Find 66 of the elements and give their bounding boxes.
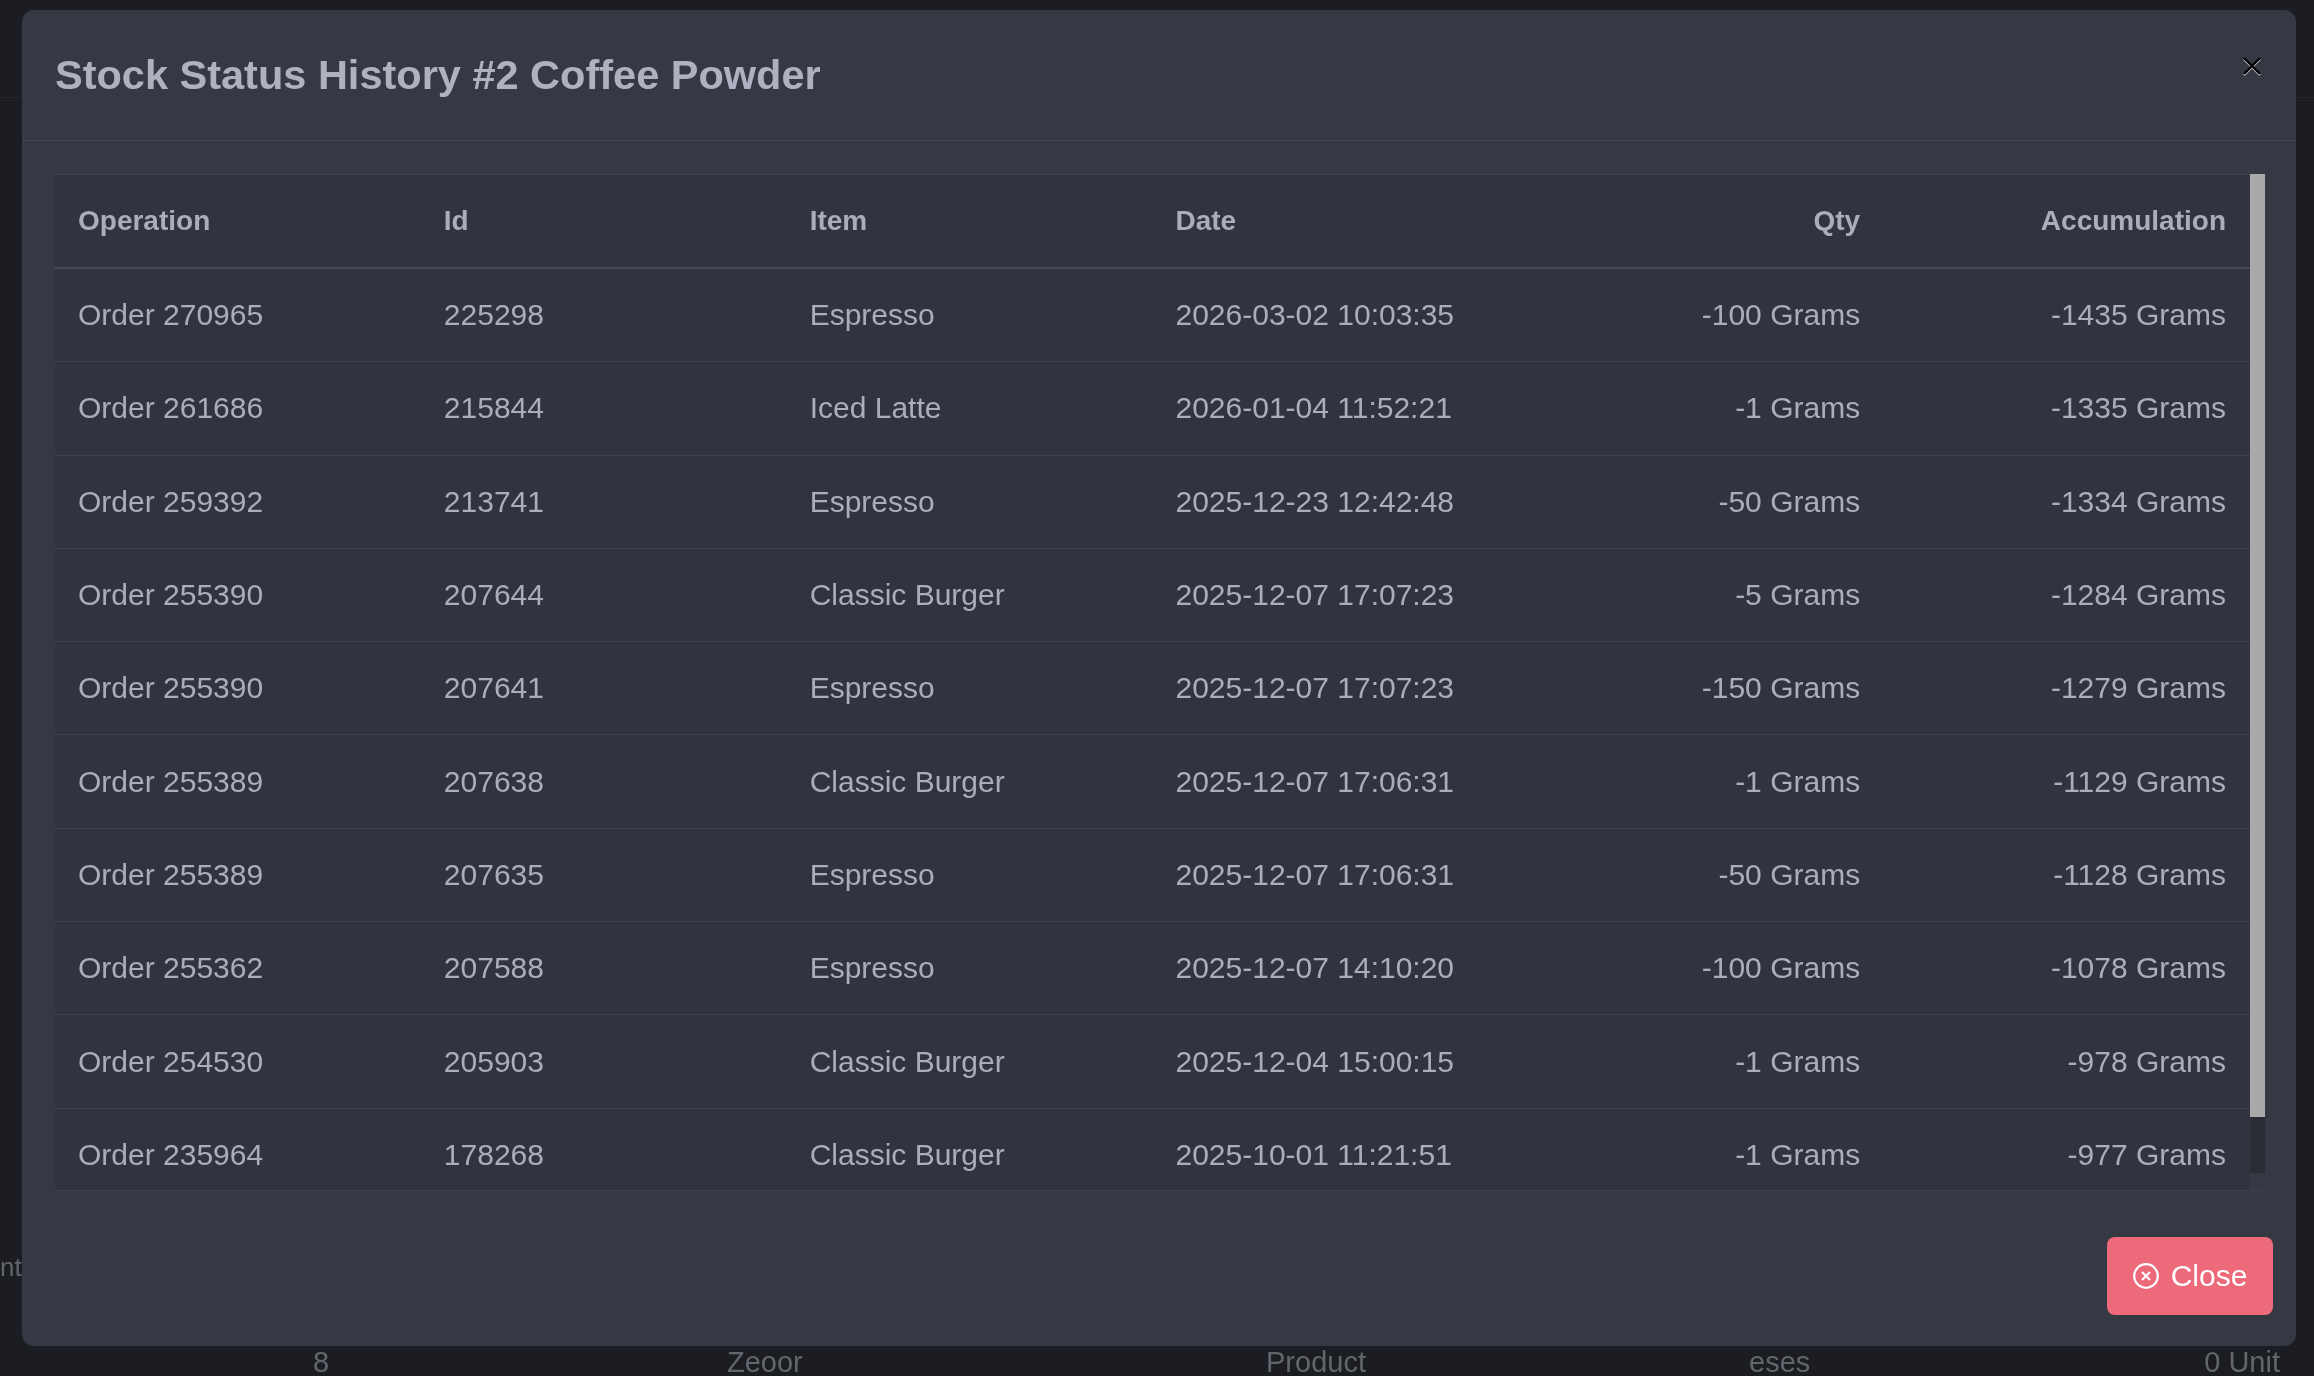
table-cell: 207635 bbox=[420, 828, 787, 922]
table-cell: 2025-12-07 14:10:20 bbox=[1152, 921, 1519, 1015]
table-cell: Classic Burger bbox=[786, 1014, 1153, 1109]
table-cell: -1 Grams bbox=[1518, 1108, 1885, 1190]
table-cell: Espresso bbox=[786, 455, 1153, 549]
column-header: Qty bbox=[1518, 174, 1885, 268]
table-cell: -50 Grams bbox=[1518, 455, 1885, 549]
column-header: Item bbox=[786, 174, 1153, 268]
table-cell: Order 254530 bbox=[55, 1014, 421, 1109]
table-cell: 2025-12-23 12:42:48 bbox=[1152, 455, 1519, 549]
table-cell: -1 Grams bbox=[1518, 361, 1885, 456]
table-cell: Espresso bbox=[786, 641, 1153, 735]
table-cell: 178268 bbox=[420, 1108, 787, 1190]
table-cell: Order 255390 bbox=[55, 548, 421, 642]
table-cell: 2025-12-07 17:06:31 bbox=[1152, 828, 1519, 922]
close-icon bbox=[2242, 56, 2262, 77]
table-cell: Order 270965 bbox=[55, 268, 421, 362]
table-cell: 2025-12-07 17:07:23 bbox=[1152, 641, 1519, 735]
table-cell: Iced Latte bbox=[786, 361, 1153, 456]
table-cell: 225298 bbox=[420, 268, 787, 362]
table-cell: Espresso bbox=[786, 921, 1153, 1015]
table-cell: 207588 bbox=[420, 921, 787, 1015]
table-cell: 2025-12-04 15:00:15 bbox=[1152, 1014, 1519, 1109]
table-cell: 2026-01-04 11:52:21 bbox=[1152, 361, 1519, 456]
table-cell: Order 255362 bbox=[55, 921, 421, 1015]
table-cell: Product bbox=[1266, 1348, 1366, 1376]
table-cell: Order 261686 bbox=[55, 361, 421, 456]
table-cell: Order 255389 bbox=[55, 828, 421, 922]
table-cell: -150 Grams bbox=[1518, 641, 1885, 735]
table-cell: Espresso bbox=[786, 268, 1153, 362]
column-header: Operation bbox=[55, 174, 421, 268]
table-cell: Espresso bbox=[786, 828, 1153, 922]
table-cell: 2025-12-07 17:07:23 bbox=[1152, 548, 1519, 642]
table-cell: Classic Burger bbox=[786, 735, 1153, 829]
table-cell: 0 Unit bbox=[2204, 1348, 2280, 1376]
table-cell: 2025-12-07 17:06:31 bbox=[1152, 735, 1519, 829]
table-cell: Classic Burger bbox=[786, 548, 1153, 642]
close-button[interactable]: Close bbox=[2107, 1237, 2273, 1315]
table-cell: 207638 bbox=[420, 735, 787, 829]
table-cell: Order 255389 bbox=[55, 735, 421, 829]
table-cell: -100 Grams bbox=[1518, 921, 1885, 1015]
close-circle-icon bbox=[2132, 1263, 2159, 1289]
table-cell: Order 235964 bbox=[55, 1108, 421, 1190]
table-cell: Zeoor bbox=[727, 1348, 803, 1376]
table-cell: -1 Grams bbox=[1518, 735, 1885, 829]
table-cell: -100 Grams bbox=[1518, 268, 1885, 362]
table-cell: 2025-10-01 11:21:51 bbox=[1152, 1108, 1519, 1190]
table-cell: 2026-03-02 10:03:35 bbox=[1152, 268, 1519, 362]
table-cell: 213741 bbox=[420, 455, 787, 549]
close-button[interactable] bbox=[2242, 56, 2262, 77]
table-cell: 207641 bbox=[420, 641, 787, 735]
table-cell: Order 255390 bbox=[55, 641, 421, 735]
table-cell: eses bbox=[1749, 1348, 1811, 1376]
sidebar-label: nt bbox=[0, 1251, 22, 1284]
column-header: Id bbox=[420, 174, 787, 268]
table-cell: 205903 bbox=[420, 1014, 787, 1109]
table-cell: Order 259392 bbox=[55, 455, 421, 549]
table-cell: 8 bbox=[313, 1348, 330, 1376]
table-cell: 207644 bbox=[420, 548, 787, 642]
table-cell: -50 Grams bbox=[1518, 828, 1885, 922]
column-header: Date bbox=[1152, 174, 1519, 268]
table-cell: -1 Grams bbox=[1518, 1014, 1885, 1109]
table-cell: 215844 bbox=[420, 361, 787, 456]
table-cell: Classic Burger bbox=[786, 1108, 1153, 1190]
modal-title: Stock Status History #2 Coffee Powder bbox=[55, 51, 821, 99]
table-cell: -5 Grams bbox=[1518, 548, 1885, 642]
